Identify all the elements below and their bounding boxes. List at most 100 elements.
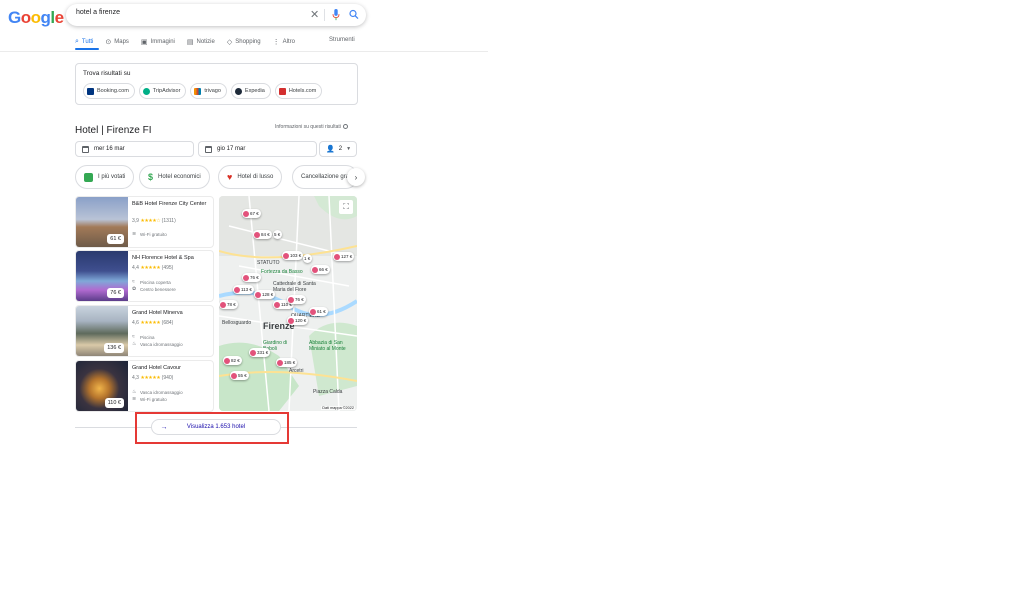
bed-icon [243,274,249,281]
map-label: Arcetri [289,368,304,374]
diamond-icon: ♥ [227,172,233,182]
map-label: Cattedrale di Santa Maria del Fiore [273,281,316,293]
tab-notizie[interactable]: ▤ Notizie [187,36,215,48]
pool-icon: ≈ [132,279,135,285]
hotel-price-pin[interactable]: 84 € [253,230,272,239]
hotel-price-pin[interactable]: 78 € [219,300,238,309]
hotel-price-pin[interactable]: 113 € [233,285,254,294]
site-chip-trivago[interactable]: trivago [190,83,227,99]
tab-tutti[interactable]: ⌕ Tutti [75,36,93,48]
bed-icon [220,301,226,308]
more-icon: ⋮ [272,39,280,46]
search-divider [324,9,325,21]
bed-icon [277,359,283,366]
calendar-icon [82,145,89,153]
hotel-name: Grand Hotel Minerva [132,310,183,316]
hotel-price-pin[interactable]: 127 € [333,252,355,261]
hotel-amenity: ♨ Vasca idromassaggio [132,389,183,395]
hotel-price-pin[interactable]: 67 € [242,209,261,218]
hotel-price-pin[interactable]: 120 € [287,316,309,325]
site-chip-hotels[interactable]: Hotels.com [274,83,323,99]
hotel-price-pin[interactable]: 103 € [282,251,304,260]
bed-icon [310,308,316,315]
microphone-icon[interactable] [331,9,341,21]
hot-tub-icon: ♨ [132,341,137,347]
hotel-price-pin[interactable]: 76 € [242,273,261,282]
hotel-amenity: ≈ Piscina [132,334,155,340]
hotels-map[interactable]: STATUTO Fortezza da Basso Cattedrale di … [219,196,357,411]
hotel-amenity: ≈ Piscina coperta [132,279,171,285]
hotels-title: Hotel | Firenze FI [75,125,152,136]
map-label: STATUTO [257,260,280,266]
hotel-rating: 3,9 ★★★★☆ (1311) [132,218,176,224]
site-chip-booking[interactable]: Booking.com [83,83,135,99]
tab-immagini[interactable]: ▣ Immagini [141,36,175,48]
tab-altro[interactable]: ⋮ Altro [273,36,295,48]
map-pin-icon: ⊙ [105,39,112,46]
search-icon[interactable] [349,9,359,21]
search-box[interactable]: hotel a firenze ✕ [66,4,366,26]
checkout-date[interactable]: gio 17 mar [198,141,317,157]
hotel-price: 76 € [107,288,124,298]
bed-icon [274,301,280,308]
trivago-icon [194,87,202,95]
hotel-price: 136 € [104,343,124,353]
filter-budget[interactable]: $ Hotel economici [139,165,210,189]
tab-maps[interactable]: ⊙ Maps [105,36,129,48]
hotel-card[interactable]: 76 € NH Florence Hotel & Spa 4,4 ★★★★★ (… [75,250,214,302]
filter-luxury[interactable]: ♥ Hotel di lusso [218,165,283,189]
site-chip-tripadvisor[interactable]: TripAdvisor [138,83,187,99]
hotel-price-pin[interactable]: 185 € [276,358,298,367]
dollar-icon: $ [148,172,154,182]
filter-top-rated[interactable]: I più votati [75,165,135,189]
hotel-price-pin[interactable]: 55 € [230,371,249,380]
hotel-card[interactable]: 136 € Grand Hotel Minerva 4,6 ★★★★★ (684… [75,305,214,357]
filter-chips: I più votati $ Hotel economici ♥ Hotel d… [75,165,358,189]
chevron-right-icon[interactable]: › [347,168,365,186]
map-label: Bellosguardo [222,320,252,326]
person-icon: 👤 [326,146,335,153]
map-label: Fortezza da Basso [261,269,303,275]
booking-icon [87,87,94,95]
bed-icon [243,210,249,217]
map-label: Piazza Calda [313,389,343,395]
hotel-price: 110 € [104,398,124,408]
hotel-price-pin[interactable]: 66 € [311,265,330,274]
star-rating-icon: ★★★★★ [140,375,161,381]
bed-icon [250,349,256,356]
hotel-price-pin[interactable]: 128 € [254,290,276,299]
hotel-card[interactable]: 61 € B&B Hotel Firenze City Center 3,9 ★… [75,196,214,248]
search-input[interactable]: hotel a firenze [76,9,120,16]
hotel-price-pin[interactable]: 61 € [309,307,328,316]
tools-button[interactable]: Strumenti [329,37,355,43]
header-divider [0,51,488,52]
google-logo[interactable]: Google [8,8,64,28]
hotel-card[interactable]: 110 € Grand Hotel Cavour 4,3 ★★★★★ (940)… [75,360,214,412]
guests-select[interactable]: 👤 2 ▼ [319,141,357,157]
hotel-price: 61 € [107,234,124,244]
results-info-link[interactable]: Informazioni su questi risultati [275,124,348,130]
hotel-name: B&B Hotel Firenze City Center [132,201,207,207]
wifi-icon: ≋ [132,231,137,237]
chevron-down-icon: ▼ [346,146,352,152]
tab-shopping[interactable]: ◇ Shopping [227,36,261,48]
hotel-price-pin[interactable]: 82 € [223,356,242,365]
bed-icon [288,317,294,324]
clear-icon[interactable]: ✕ [310,7,319,23]
expand-map-icon[interactable]: ⛶ [339,200,353,214]
hotel-rating: 4,4 ★★★★★ (495) [132,265,174,271]
hotel-price-pin[interactable]: 76 € [287,295,306,304]
star-rating-icon: ★★★★☆ [140,218,161,224]
hotel-price-pin[interactable]: 331 € [249,348,271,357]
bed-icon [255,291,261,298]
checkin-date[interactable]: mer 16 mar [75,141,194,157]
pool-icon: ≈ [132,334,135,340]
hotel-amenity: ✿ Centro benessere [132,286,176,292]
site-chip-expedia[interactable]: Expedia [230,83,271,99]
bed-icon [312,266,318,273]
highlight-annotation [135,412,289,444]
bed-icon [234,286,240,293]
find-results-card: Trova risultati su Booking.com TripAdvis… [75,63,358,105]
map-attribution: Dati mappa ©2022 [321,406,355,410]
bed-icon [288,296,294,303]
